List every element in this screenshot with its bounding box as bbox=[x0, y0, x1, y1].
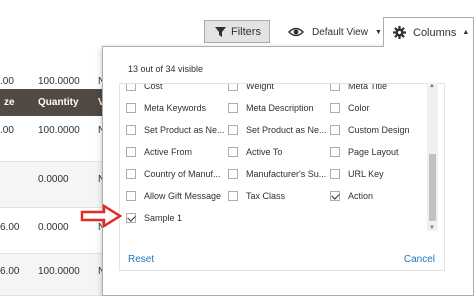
table-cell: .00 bbox=[0, 76, 14, 87]
column-option-label: Sample 1 bbox=[144, 213, 183, 223]
table-cell: 100.0000 bbox=[38, 76, 80, 87]
column-checkbox[interactable] bbox=[330, 125, 340, 135]
column-option[interactable]: Manufacturer's Su... bbox=[228, 167, 326, 181]
eye-icon bbox=[288, 27, 304, 37]
table-cell: 6.00 bbox=[0, 266, 20, 277]
column-checkbox[interactable] bbox=[228, 125, 238, 135]
chevron-down-icon: ▼ bbox=[374, 28, 382, 36]
column-option[interactable]: Color bbox=[330, 101, 370, 115]
column-checkbox[interactable] bbox=[330, 147, 340, 157]
column-option-label: Meta Title bbox=[348, 83, 388, 91]
column-option[interactable]: Action bbox=[330, 189, 373, 203]
column-option[interactable]: Meta Description bbox=[228, 101, 314, 115]
column-option[interactable]: Tax Class bbox=[228, 189, 285, 203]
grid-header-col-quantity[interactable]: Quantity bbox=[38, 97, 79, 108]
column-checkbox[interactable] bbox=[126, 213, 136, 223]
column-option[interactable]: Meta Keywords bbox=[126, 101, 206, 115]
column-checkbox[interactable] bbox=[228, 147, 238, 157]
column-option[interactable]: Meta Title bbox=[330, 83, 388, 93]
table-cell: 6.00 bbox=[0, 222, 20, 233]
column-option-label: Cost bbox=[144, 83, 163, 91]
column-option-label: Action bbox=[348, 191, 374, 201]
table-cell: 0.0000 bbox=[38, 222, 69, 233]
column-checkbox[interactable] bbox=[126, 191, 136, 201]
column-option-label: Meta Keywords bbox=[144, 103, 207, 113]
column-option-label: Set Product as Ne... bbox=[144, 125, 225, 135]
column-option-label: URL Key bbox=[348, 169, 384, 179]
filters-label: Filters bbox=[231, 25, 261, 38]
column-option-label: Set Product as Ne... bbox=[246, 125, 327, 135]
column-option-label: Manufacturer's Su... bbox=[246, 169, 327, 179]
cancel-button[interactable]: Cancel bbox=[404, 254, 435, 265]
column-option[interactable]: Cost bbox=[126, 83, 163, 93]
columns-list: Cost Weight Meta Title Meta Keywords Meta De… bbox=[119, 83, 445, 271]
column-option[interactable]: Set Product as Ne... bbox=[228, 123, 327, 137]
column-option[interactable]: URL Key bbox=[330, 167, 384, 181]
gear-icon bbox=[393, 26, 406, 39]
filters-button[interactable]: Filters bbox=[204, 20, 270, 43]
columns-button[interactable]: Columns ▲ bbox=[383, 17, 474, 47]
column-checkbox[interactable] bbox=[126, 125, 136, 135]
column-checkbox[interactable] bbox=[228, 103, 238, 113]
column-checkbox[interactable] bbox=[330, 169, 340, 179]
column-option-label: Tax Class bbox=[246, 191, 286, 201]
chevron-up-icon: ▲ bbox=[462, 29, 470, 36]
view-selector[interactable]: Default View ▼ bbox=[288, 22, 382, 42]
column-option[interactable]: Country of Manuf... bbox=[126, 167, 221, 181]
column-checkbox[interactable] bbox=[126, 169, 136, 179]
annotation-arrow-icon bbox=[80, 204, 122, 228]
table-cell: 100.0000 bbox=[38, 266, 80, 277]
column-option-label: Allow Gift Message bbox=[144, 191, 222, 201]
column-checkbox[interactable] bbox=[228, 169, 238, 179]
column-option[interactable]: Custom Design bbox=[330, 123, 410, 137]
column-option-label: Active To bbox=[246, 147, 283, 157]
funnel-icon bbox=[215, 26, 226, 37]
view-label: Default View bbox=[312, 26, 368, 38]
column-checkbox[interactable] bbox=[126, 103, 136, 113]
table-cell: .00 bbox=[0, 125, 14, 136]
column-checkbox[interactable] bbox=[330, 191, 340, 201]
column-option-label: Active From bbox=[144, 147, 193, 157]
column-option-label: Page Layout bbox=[348, 147, 399, 157]
column-option[interactable]: Active From bbox=[126, 145, 192, 159]
table-cell: 0.0000 bbox=[38, 174, 69, 185]
table-cell: 100.0000 bbox=[38, 125, 80, 136]
column-option-label: Meta Description bbox=[246, 103, 314, 113]
column-checkbox[interactable] bbox=[126, 84, 136, 91]
column-checkbox[interactable] bbox=[330, 103, 340, 113]
scroll-thumb[interactable] bbox=[429, 154, 436, 221]
column-option-label: Country of Manuf... bbox=[144, 169, 221, 179]
scroll-down-icon[interactable]: ▼ bbox=[429, 225, 435, 231]
grid-header-col-size[interactable]: ze bbox=[4, 97, 15, 108]
column-option[interactable]: Sample 1 bbox=[126, 211, 182, 225]
column-checkbox[interactable] bbox=[126, 147, 136, 157]
scroll-up-icon[interactable]: ▲ bbox=[429, 83, 435, 89]
column-option-label: Custom Design bbox=[348, 125, 410, 135]
columns-scrollbar[interactable]: ▲ ▼ bbox=[427, 83, 438, 231]
column-checkbox[interactable] bbox=[228, 191, 238, 201]
column-checkbox[interactable] bbox=[330, 84, 340, 91]
reset-button[interactable]: Reset bbox=[128, 254, 154, 265]
column-option[interactable]: Set Product as Ne... bbox=[126, 123, 225, 137]
column-option[interactable]: Page Layout bbox=[330, 145, 399, 159]
column-checkbox[interactable] bbox=[228, 84, 238, 91]
columns-panel: 13 out of 34 visible Cost Weight Meta Titl… bbox=[102, 46, 474, 296]
column-option[interactable]: Weight bbox=[228, 83, 274, 93]
column-option[interactable]: Allow Gift Message bbox=[126, 189, 221, 203]
column-option-label: Color bbox=[348, 103, 370, 113]
columns-label: Columns bbox=[413, 26, 457, 39]
column-option[interactable]: Active To bbox=[228, 145, 282, 159]
column-option-label: Weight bbox=[246, 83, 274, 91]
visible-count: 13 out of 34 visible bbox=[128, 64, 204, 74]
